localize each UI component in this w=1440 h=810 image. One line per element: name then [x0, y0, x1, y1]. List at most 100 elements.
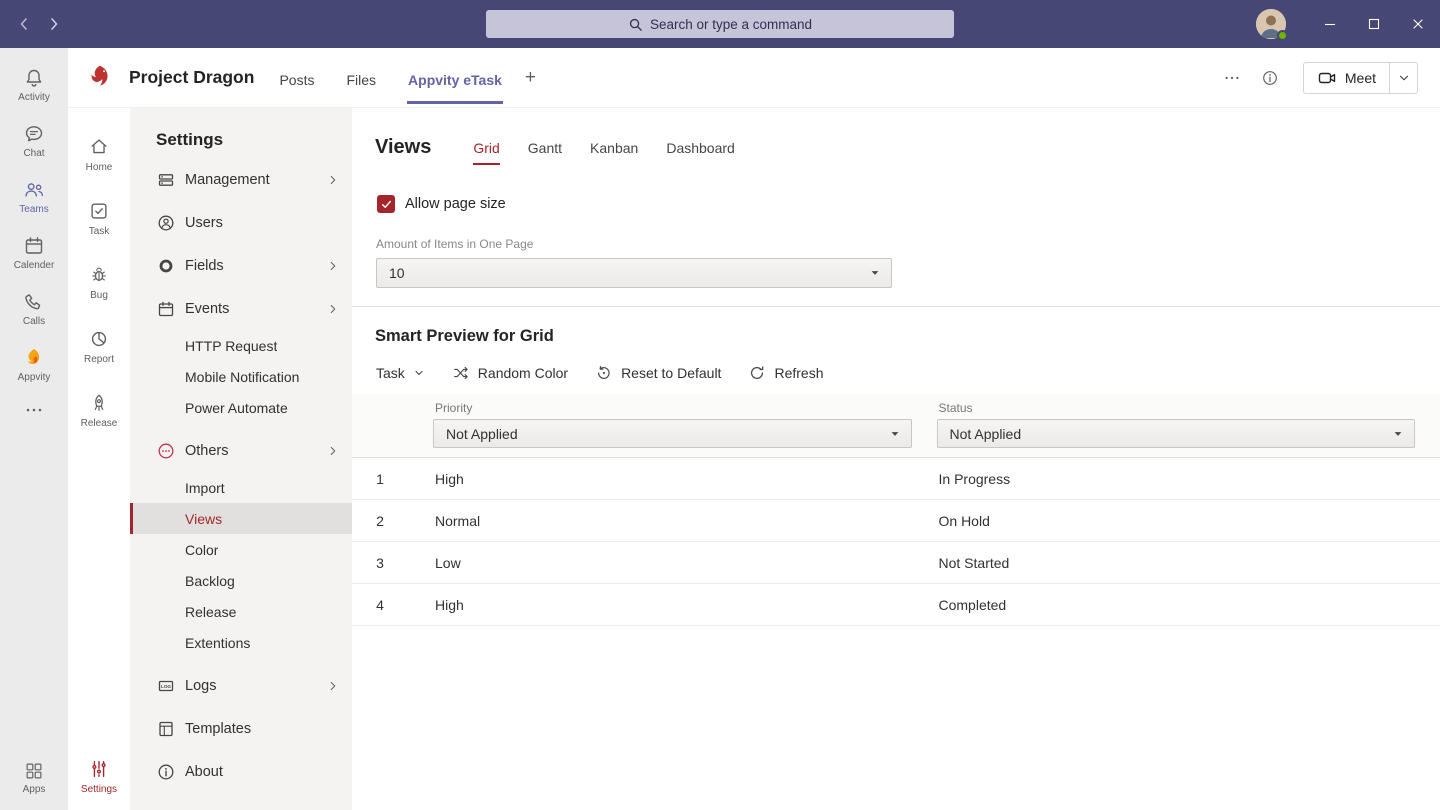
apps-icon: [23, 760, 45, 782]
search-input[interactable]: Search or type a command: [486, 10, 954, 38]
add-tab-button[interactable]: +: [525, 67, 536, 89]
settings-nav-http-request[interactable]: HTTP Request: [130, 330, 352, 361]
status-filter-dropdown[interactable]: Not Applied: [937, 419, 1416, 448]
row-number: 2: [352, 513, 408, 529]
page-size-value: 10: [389, 265, 405, 281]
info-icon[interactable]: [1261, 69, 1279, 87]
meet-label: Meet: [1345, 70, 1376, 86]
module-item-bug[interactable]: Bug: [68, 250, 130, 314]
more-options-icon[interactable]: [1223, 69, 1241, 87]
settings-nav-management[interactable]: Management: [130, 158, 352, 201]
rail-label: Teams: [19, 205, 48, 215]
rail-label: Calender: [14, 261, 55, 271]
view-tab-kanban[interactable]: Kanban: [590, 140, 638, 165]
settings-nav-events[interactable]: Events: [130, 287, 352, 330]
tab-posts[interactable]: Posts: [278, 51, 315, 104]
allow-page-size-option[interactable]: Allow page size: [377, 195, 1440, 213]
module-item-task[interactable]: Task: [68, 186, 130, 250]
rail-item-calendar[interactable]: Calender: [0, 224, 68, 280]
avatar[interactable]: [1256, 9, 1286, 39]
reset-icon: [595, 364, 613, 382]
meet-dropdown-button[interactable]: [1389, 63, 1417, 93]
nav-label: Extentions: [185, 635, 250, 651]
settings-nav-others[interactable]: Others: [130, 429, 352, 472]
rail-label: Apps: [23, 785, 46, 795]
settings-nav-logs[interactable]: LOG Logs: [130, 664, 352, 707]
row-number: 3: [352, 555, 408, 571]
back-button[interactable]: [14, 14, 34, 34]
logs-icon: LOG: [156, 676, 176, 696]
bug-icon: [88, 264, 110, 286]
maximize-button[interactable]: [1352, 0, 1396, 48]
status-column: Status Not Applied: [937, 399, 1416, 448]
chevron-down-icon: [889, 428, 901, 440]
checkbox-checked-icon[interactable]: [377, 195, 395, 213]
camera-icon: [1317, 68, 1337, 88]
rail-item-appvity[interactable]: Appvity: [0, 336, 68, 392]
settings-sliders-icon: [88, 758, 110, 780]
nav-label: Events: [185, 301, 229, 317]
nav-label: Power Automate: [185, 400, 288, 416]
nav-label: Management: [185, 172, 270, 188]
nav-label: About: [185, 764, 223, 780]
table-row[interactable]: 1 High In Progress: [352, 458, 1440, 500]
table-row[interactable]: 4 High Completed: [352, 584, 1440, 626]
refresh-button[interactable]: Refresh: [748, 364, 823, 382]
rail-item-calls[interactable]: Calls: [0, 280, 68, 336]
rail-item-teams[interactable]: Teams: [0, 168, 68, 224]
team-name: Project Dragon: [129, 67, 254, 88]
minimize-button[interactable]: [1308, 0, 1352, 48]
settings-nav-import[interactable]: Import: [130, 472, 352, 503]
ellipsis-icon: [23, 399, 45, 421]
bell-icon: [22, 66, 46, 90]
settings-title: Settings: [130, 108, 352, 158]
forward-button[interactable]: [44, 14, 64, 34]
page-size-field-label: Amount of Items in One Page: [376, 237, 1440, 251]
rail-item-apps[interactable]: Apps: [0, 750, 68, 804]
rail-item-more[interactable]: [0, 392, 68, 428]
entity-selector[interactable]: Task: [376, 365, 425, 381]
view-tab-gantt[interactable]: Gantt: [528, 140, 562, 165]
row-number: 1: [352, 471, 408, 487]
random-color-button[interactable]: Random Color: [452, 364, 568, 382]
module-item-home[interactable]: Home: [68, 122, 130, 186]
app-rail: Activity Chat Teams Calender Calls: [0, 48, 68, 810]
refresh-icon: [748, 364, 766, 382]
view-tab-dashboard[interactable]: Dashboard: [666, 140, 735, 165]
settings-nav-extentions[interactable]: Extentions: [130, 627, 352, 658]
tab-files[interactable]: Files: [345, 51, 377, 104]
settings-nav-release[interactable]: Release: [130, 596, 352, 627]
settings-nav-power-automate[interactable]: Power Automate: [130, 392, 352, 423]
others-icon: [156, 441, 176, 461]
rail-spacer: [0, 428, 68, 750]
settings-nav-color[interactable]: Color: [130, 534, 352, 565]
meet-button[interactable]: Meet: [1304, 63, 1389, 93]
nav-label: Logs: [185, 678, 216, 694]
priority-filter-value: Not Applied: [446, 426, 518, 442]
preview-table: Priority Not Applied Status No: [352, 394, 1440, 626]
tab-appvity-etask[interactable]: Appvity eTask: [407, 51, 503, 104]
row-status: Completed: [937, 597, 1416, 613]
meet-split-button: Meet: [1303, 62, 1418, 94]
rail-item-chat[interactable]: Chat: [0, 112, 68, 168]
settings-nav-mobile-notification[interactable]: Mobile Notification: [130, 361, 352, 392]
settings-nav-fields[interactable]: Fields: [130, 244, 352, 287]
settings-nav-backlog[interactable]: Backlog: [130, 565, 352, 596]
rail-item-activity[interactable]: Activity: [0, 56, 68, 112]
settings-nav-users[interactable]: Users: [130, 201, 352, 244]
settings-nav-about[interactable]: About: [130, 750, 352, 793]
view-tab-grid[interactable]: Grid: [473, 140, 499, 165]
module-item-release[interactable]: Release: [68, 378, 130, 442]
module-item-report[interactable]: Report: [68, 314, 130, 378]
chat-icon: [22, 122, 46, 146]
close-button[interactable]: [1396, 0, 1440, 48]
templates-icon: [156, 719, 176, 739]
settings-nav-views[interactable]: Views: [130, 503, 352, 534]
table-row[interactable]: 3 Low Not Started: [352, 542, 1440, 584]
table-row[interactable]: 2 Normal On Hold: [352, 500, 1440, 542]
module-item-settings[interactable]: Settings: [68, 748, 130, 804]
priority-filter-dropdown[interactable]: Not Applied: [433, 419, 912, 448]
page-size-dropdown[interactable]: 10: [376, 258, 892, 288]
settings-nav-templates[interactable]: Templates: [130, 707, 352, 750]
reset-to-default-button[interactable]: Reset to Default: [595, 364, 721, 382]
